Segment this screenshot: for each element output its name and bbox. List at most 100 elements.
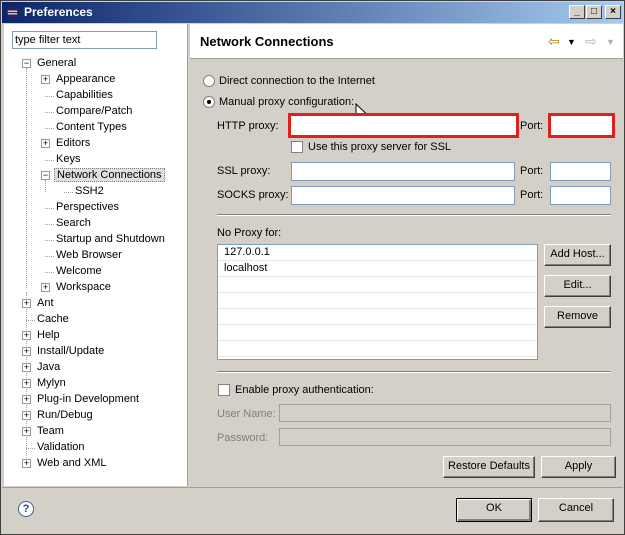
separator <box>217 214 611 216</box>
restore-defaults-button[interactable]: Restore Defaults <box>443 456 535 478</box>
http-proxy-label: HTTP proxy: <box>217 120 279 132</box>
maximize-button[interactable]: □ <box>586 5 602 19</box>
collapse-icon[interactable]: − <box>22 59 31 68</box>
title-bar[interactable]: Preferences _ □ × <box>2 2 623 23</box>
tree-item[interactable]: Cache <box>22 312 182 328</box>
tree-item[interactable]: + Plug-in Development <box>22 392 182 408</box>
help-icon[interactable]: ? <box>18 501 34 517</box>
tree-item-label: Keys <box>56 153 81 165</box>
expand-icon[interactable]: + <box>41 283 50 292</box>
preference-tree-pane: −General+AppearanceCapabilitiesCompare/P… <box>4 24 188 486</box>
forward-arrow-icon[interactable]: ⇨ <box>585 33 597 50</box>
tree-item[interactable]: Welcome <box>41 264 201 280</box>
tree-item-label: Startup and Shutdown <box>56 233 165 245</box>
tree-item[interactable]: + Web and XML <box>22 456 182 472</box>
tree-item[interactable]: Compare/Patch <box>41 104 201 120</box>
collapse-icon[interactable]: − <box>41 171 50 180</box>
cancel-button[interactable]: Cancel <box>538 498 614 522</box>
expand-icon[interactable]: + <box>22 411 31 420</box>
expand-icon[interactable]: + <box>41 75 50 84</box>
ssl-port-input[interactable] <box>550 162 611 181</box>
socks-port-input[interactable] <box>550 186 611 205</box>
tree-item[interactable]: − General <box>22 56 182 72</box>
tree-item[interactable]: + Mylyn <box>22 376 182 392</box>
tree-connector <box>26 320 35 321</box>
tree-connector <box>45 272 54 273</box>
tree-item[interactable]: Keys <box>41 152 201 168</box>
add-host-button[interactable]: Add Host... <box>544 244 611 266</box>
tree-item[interactable]: + Workspace <box>41 280 201 296</box>
tree-connector <box>45 240 54 241</box>
tree-item[interactable]: + Ant <box>22 296 182 312</box>
back-arrow-icon[interactable]: ⇦ <box>548 33 560 50</box>
tree-item-label: Compare/Patch <box>56 105 133 117</box>
user-name-input[interactable] <box>279 404 611 422</box>
tree-connector <box>64 192 73 193</box>
back-dropdown-icon[interactable]: ▼ <box>567 37 576 47</box>
tree-item[interactable]: + Java <box>22 360 182 376</box>
tree-item[interactable]: Content Types <box>41 120 201 136</box>
no-proxy-label: No Proxy for: <box>217 227 282 239</box>
tree-connector <box>45 160 54 161</box>
http-port-input[interactable] <box>548 113 615 138</box>
tree-item[interactable]: + Install/Update <box>22 344 182 360</box>
tree-item[interactable]: + Appearance <box>41 72 201 88</box>
expand-icon[interactable]: + <box>22 395 31 404</box>
tree-item-label: Plug-in Development <box>37 393 140 405</box>
expand-icon[interactable]: + <box>22 363 31 372</box>
http-proxy-input[interactable] <box>288 113 519 138</box>
expand-icon[interactable]: + <box>22 459 31 468</box>
tree-item-label: Web and XML <box>37 457 107 469</box>
expand-icon[interactable]: + <box>22 299 31 308</box>
tree-item[interactable]: + Run/Debug <box>22 408 182 424</box>
list-item-empty <box>218 277 537 293</box>
tree-item[interactable]: + Help <box>22 328 182 344</box>
proxy-auth-checkbox[interactable] <box>218 384 230 396</box>
window-title: Preferences <box>24 5 93 19</box>
tree-item[interactable]: − Network Connections <box>41 168 201 184</box>
tree-item-label: Java <box>37 361 61 373</box>
separator <box>217 371 611 373</box>
tree-item-label: Welcome <box>56 265 102 277</box>
tree-item[interactable]: + Editors <box>41 136 201 152</box>
expand-icon[interactable]: + <box>22 379 31 388</box>
apply-button[interactable]: Apply <box>541 456 616 478</box>
filter-input[interactable] <box>12 31 157 49</box>
tree-connector <box>45 224 54 225</box>
list-item[interactable]: 127.0.0.1 <box>218 245 537 261</box>
socks-proxy-input[interactable] <box>291 186 515 205</box>
manual-proxy-radio[interactable] <box>203 96 215 108</box>
ssl-proxy-input[interactable] <box>291 162 515 181</box>
tree-item[interactable]: + Team <box>22 424 182 440</box>
tree-item-label: Mylyn <box>37 377 66 389</box>
expand-icon[interactable]: + <box>22 427 31 436</box>
tree-connector <box>45 112 54 113</box>
expand-icon[interactable]: + <box>22 331 31 340</box>
list-item[interactable]: localhost <box>218 261 537 277</box>
tree-item[interactable]: Capabilities <box>41 88 201 104</box>
expand-icon[interactable]: + <box>22 347 31 356</box>
tree-item[interactable]: Perspectives <box>41 200 201 216</box>
tree-item[interactable]: Search <box>41 216 201 232</box>
expand-icon[interactable]: + <box>41 139 50 148</box>
tree-item-label: Workspace <box>56 281 111 293</box>
tree-item[interactable]: Validation <box>22 440 182 456</box>
proxy-auth-label: Enable proxy authentication: <box>235 384 374 396</box>
ok-button[interactable]: OK <box>456 498 532 522</box>
close-button[interactable]: × <box>605 5 621 19</box>
tree-item[interactable]: Web Browser <box>41 248 201 264</box>
remove-host-button[interactable]: Remove <box>544 306 611 328</box>
ssl-same-proxy-checkbox[interactable] <box>291 141 303 153</box>
socks-port-label: Port: <box>520 189 544 201</box>
tree-item[interactable]: Startup and Shutdown <box>41 232 201 248</box>
edit-host-button[interactable]: Edit... <box>544 275 611 297</box>
direct-connection-label: Direct connection to the Internet <box>219 75 375 87</box>
minimize-button[interactable]: _ <box>569 5 585 19</box>
direct-connection-radio[interactable] <box>203 75 215 87</box>
tree-item-label: Team <box>37 425 64 437</box>
tree-item-label: Capabilities <box>56 89 113 101</box>
forward-dropdown-icon[interactable]: ▼ <box>606 37 615 47</box>
no-proxy-list[interactable]: 127.0.0.1 localhost <box>217 244 538 360</box>
tree-item-label: Perspectives <box>56 201 119 213</box>
password-input[interactable] <box>279 428 611 446</box>
